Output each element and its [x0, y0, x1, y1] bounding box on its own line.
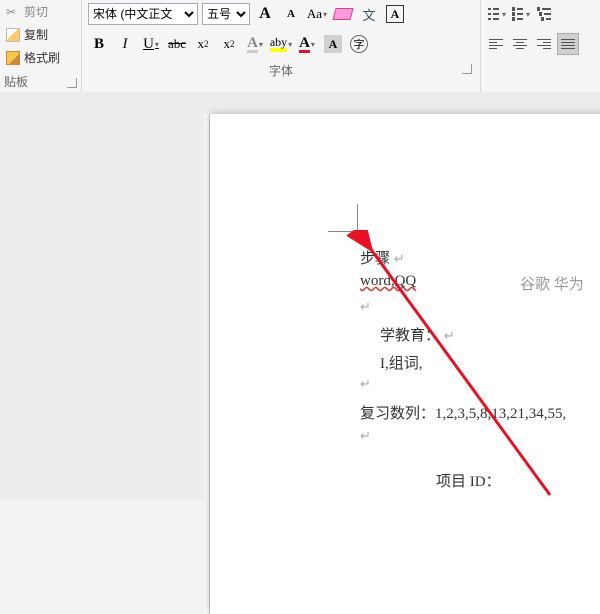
cut-label: 剪切: [24, 3, 48, 20]
clear-format-button[interactable]: [332, 3, 354, 25]
font-color-button[interactable]: A▾: [296, 33, 318, 55]
doc-line-2[interactable]: word,QQ: [360, 273, 416, 290]
font-name-combo[interactable]: 宋体 (中文正文: [88, 3, 198, 25]
numbering-button[interactable]: ▾: [509, 3, 531, 25]
font-size-combo[interactable]: 五号: [202, 3, 250, 25]
indent-cursor-marker: [328, 204, 358, 232]
multilevel-list-button[interactable]: [533, 3, 555, 25]
doc-line-1[interactable]: 步骤 ↵: [360, 247, 405, 268]
eraser-icon: [332, 8, 353, 20]
align-justify-icon: [559, 35, 577, 53]
font-group: 宋体 (中文正文 五号 A A Aa▾ 文 A B I U▾ abc x2 x2…: [82, 0, 480, 92]
superscript-button[interactable]: x2: [218, 33, 240, 55]
doc-line-5[interactable]: 项目 ID：: [436, 470, 501, 491]
change-case-button[interactable]: Aa▾: [306, 3, 328, 25]
enclose-char-button[interactable]: 字: [348, 33, 370, 55]
text-effects-button[interactable]: A▾: [244, 33, 266, 55]
strikethrough-button[interactable]: abc: [166, 33, 188, 55]
highlight-button[interactable]: aby▾: [270, 33, 292, 55]
doc-pmark-1: ↵: [360, 299, 371, 316]
bold-button[interactable]: B: [88, 33, 110, 55]
numbering-icon: [510, 5, 525, 23]
underline-button[interactable]: U▾: [140, 33, 162, 55]
align-center-button[interactable]: [509, 33, 531, 55]
align-right-icon: [535, 35, 553, 53]
align-left-button[interactable]: [485, 33, 507, 55]
shrink-font-button[interactable]: A: [280, 3, 302, 25]
align-justify-button[interactable]: [557, 33, 579, 55]
multilevel-icon: [535, 5, 553, 23]
format-painter-button[interactable]: 格式刷: [0, 46, 81, 69]
copy-button[interactable]: 复制: [0, 23, 81, 46]
align-right-button[interactable]: [533, 33, 555, 55]
char-shading-button[interactable]: A: [322, 33, 344, 55]
clipboard-group: ✂ 剪切 复制 格式刷 贴板: [0, 0, 82, 92]
italic-button[interactable]: I: [114, 33, 136, 55]
font-dialog-launcher[interactable]: [462, 64, 472, 74]
font-section-label: 字体: [269, 64, 293, 78]
doc-line-3b[interactable]: I,组词,: [380, 352, 423, 373]
phonetic-guide-button[interactable]: 文: [358, 3, 380, 25]
clipboard-dialog-launcher[interactable]: [67, 78, 77, 88]
brush-icon: [6, 51, 20, 65]
subscript-button[interactable]: x2: [192, 33, 214, 55]
cut-button[interactable]: ✂ 剪切: [0, 0, 81, 23]
document-page[interactable]: 步骤 ↵ word,QQ 谷歌 华为 ↵ 学教育： ↵ I,组词, ↵ 复习数列…: [210, 114, 600, 614]
doc-line-4[interactable]: 复习数列：1,2,3,5,8,13,21,34,55,: [360, 402, 566, 423]
paragraph-group: ▾ ▾: [480, 0, 600, 92]
copy-icon: [6, 28, 20, 42]
doc-pmark-3: ↵: [360, 428, 371, 445]
format-painter-label: 格式刷: [24, 49, 60, 66]
doc-line-3a[interactable]: 学教育： ↵: [380, 324, 455, 345]
align-center-icon: [511, 35, 529, 53]
bullets-button[interactable]: ▾: [485, 3, 507, 25]
grow-font-button[interactable]: A: [254, 3, 276, 25]
align-left-icon: [487, 35, 505, 53]
doc-line-2-right[interactable]: 谷歌 华为: [520, 273, 584, 294]
copy-label: 复制: [24, 26, 48, 43]
doc-pmark-2: ↵: [360, 376, 371, 393]
char-border-button[interactable]: A: [384, 3, 406, 25]
bullets-icon: [486, 5, 501, 23]
scissors-icon: ✂: [6, 5, 20, 19]
